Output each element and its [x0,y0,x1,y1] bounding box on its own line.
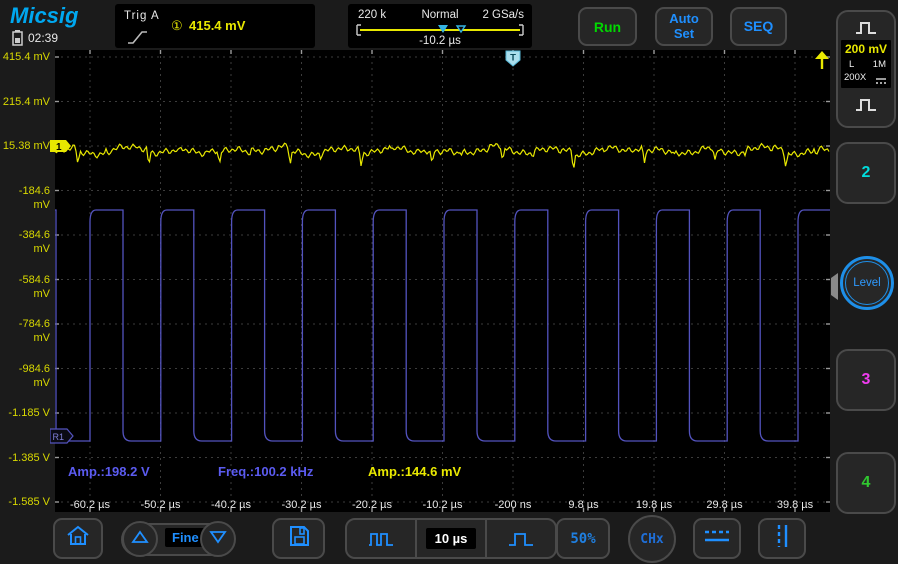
trigger-time-marker-label: T [510,53,516,64]
brand-logo-text: Micsig [10,3,79,28]
trigger-level-value: 415.4 mV [189,18,246,33]
trigger-source-badge: ① [171,18,183,33]
ch3-button-label: 3 [861,371,871,388]
trigger-50-percent-label: 50% [570,530,596,547]
timebase-slower-button[interactable] [347,520,415,557]
channel-select-label: CHx [640,531,664,547]
clock-time: 02:39 [28,31,59,45]
trigger-label: Trig A [124,10,160,22]
horizontal-cursors-icon [702,526,732,551]
ch2-button[interactable]: 2 [836,142,896,204]
ch2-button-label: 2 [861,164,871,181]
triangle-up-icon [131,529,149,549]
vertical-cursors-button[interactable] [758,518,806,559]
ch1-probe-factor: 200X [844,72,867,83]
channel-select-button[interactable]: CHx [628,515,676,563]
y-axis-label: -984.6 mV [18,362,50,389]
window-position-marker [455,25,467,34]
home-button[interactable] [53,518,103,559]
seq-button[interactable]: SEQ [730,7,787,46]
acquisition-mode: Normal [421,9,459,21]
rising-edge-icon [127,28,149,51]
timebase-group: 10 µs [345,518,557,559]
y-axis-label: -1.585 V [8,496,50,508]
ch3-button[interactable]: 3 [836,349,896,411]
increase-button[interactable] [122,521,158,557]
save-button[interactable] [272,518,325,559]
y-axis-label: -784.6 mV [18,318,50,344]
vertical-cursors-icon [771,523,793,554]
ch1-coupling: L [849,59,855,70]
brand-logo: Micsig [10,3,78,29]
memory-depth: 220 k [358,9,387,21]
trigger-50-percent-button[interactable]: 50% [556,518,610,559]
auto-set-button-label: Auto Set [669,11,699,41]
trigger-delay-value: -10.2 µs [419,35,461,47]
timebase-value: 10 µs [425,528,477,549]
ch1-position-flag-label: 1 [56,142,62,153]
trigger-status-panel[interactable]: Trig A ① 415.4 mV [115,4,315,48]
y-axis-label: -584.6 mV [18,273,50,300]
save-icon [287,524,311,553]
level-knob-label: Level [853,277,881,289]
y-axis-label: 215.4 mV [2,95,50,108]
y-axis-label: 415.4 mV [2,51,50,63]
run-button-label: Run [593,18,622,35]
auto-set-button[interactable]: Auto Set [655,7,713,46]
ch1-impedance: 1M [872,59,886,70]
scope-canvas[interactable]: 1 R1 T [50,50,830,512]
wide-pulses-icon [369,532,393,546]
y-axis-label: 15.38 mV [2,140,50,152]
pulse-up-icon[interactable] [854,20,878,41]
battery-icon [12,30,23,46]
pulse-down-icon[interactable] [854,97,878,118]
seq-button-label: SEQ [743,17,774,34]
level-knob-arrow-icon [831,273,838,300]
y-axis-label: -1.185 V [8,407,50,419]
level-knob[interactable]: Level [840,256,894,310]
y-axis-label: -384.6 mV [18,229,50,255]
plot-background [55,50,830,512]
sample-rate: 2 GSa/s [482,9,524,21]
acquisition-panel[interactable]: 220 k Normal 2 GSa/s -10.2 µs [348,4,532,48]
ch1-vertical-control[interactable]: 200 mV L 1M 200X [836,10,896,128]
ch1-scale-value: 200 mV [844,42,888,56]
horizontal-cursors-button[interactable] [693,518,741,559]
dc-coupling-icon [875,73,887,91]
ch4-button-label: 4 [861,474,871,491]
narrow-pulse-icon [509,532,533,546]
y-axis-label: -1.385 V [8,451,50,464]
triangle-down-icon [209,530,227,549]
timebase-value-cell[interactable]: 10 µs [415,520,485,557]
timebase-faster-button[interactable] [485,520,555,557]
oscilloscope-app: { "header": { "logo": "Micsig", "time": … [0,0,898,564]
home-icon [65,524,91,553]
ch1-info-box: 200 mV L 1M 200X [841,40,891,88]
y-axis-label: -184.6 mV [18,184,50,211]
run-button[interactable]: Run [578,7,637,46]
decrease-button[interactable] [200,521,236,557]
ch4-button[interactable]: 4 [836,452,896,514]
ref-position-flag-label: R1 [53,432,65,442]
